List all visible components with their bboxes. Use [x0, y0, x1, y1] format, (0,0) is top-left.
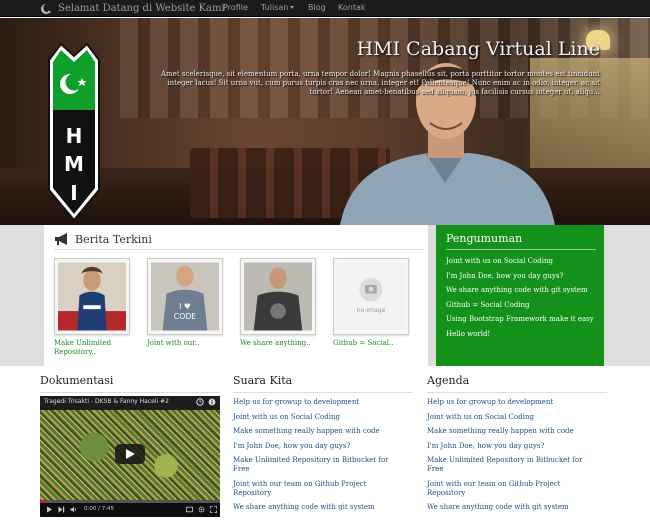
hmi-letter-i: I — [70, 181, 77, 205]
video-controls — [40, 503, 220, 517]
list-item[interactable]: Joint with our team on Github Project Re… — [427, 480, 587, 498]
agenda-list: Help us for growup to development Joint … — [427, 398, 587, 518]
video-title[interactable]: Tragedi Trisakti - DKSB & Fanny Haceli #… — [44, 398, 169, 405]
hmi-letter-m: M — [64, 152, 84, 176]
nav-tulisan-dropdown[interactable]: Tulisan — [261, 3, 295, 12]
brand-text: Selamat Datang di Website Kami — [58, 3, 225, 14]
list-item[interactable]: Make something really happen with code — [233, 427, 393, 436]
play-icon[interactable] — [46, 506, 53, 513]
video-time: 0:00 / 7:45 — [84, 506, 115, 512]
agenda-title: Agenda — [427, 374, 470, 387]
list-item[interactable]: We share anything code with git system — [427, 503, 587, 512]
megaphone-icon — [55, 233, 67, 245]
list-item[interactable]: Make something really happen with code — [427, 427, 587, 436]
caret-down-icon — [290, 6, 295, 9]
news-caption-1[interactable]: Make Unlimited Repository.. — [54, 339, 134, 357]
news-thumbnail-1[interactable] — [54, 258, 130, 335]
no-image-placeholder — [337, 262, 405, 331]
news-thumbnail-2[interactable]: I ♥ CODE — [147, 258, 223, 335]
nav-blog[interactable]: Blog — [308, 3, 326, 12]
news-caption-3[interactable]: We share anything.. — [240, 339, 320, 348]
fullscreen-icon[interactable] — [210, 506, 217, 513]
hero-description: Amet scelerisque, sit elementum porta, u… — [160, 70, 600, 96]
pengumuman-item[interactable]: Using Bootstrap Framework make it easy — [446, 313, 594, 328]
svg-text:I ♥: I ♥ — [179, 302, 191, 311]
volume-icon[interactable] — [70, 506, 77, 513]
pengumuman-title: Pengumuman — [446, 232, 523, 245]
brand-link[interactable]: Selamat Datang di Website Kami — [40, 1, 225, 16]
news-photo-1 — [58, 262, 126, 331]
divider — [427, 392, 607, 393]
news-caption-2[interactable]: Joint with our.. — [147, 339, 227, 348]
hero-title: HMI Cabang Virtual Line — [356, 38, 600, 60]
top-navbar: Selamat Datang di Website Kami Profile T… — [0, 0, 650, 17]
pengumuman-item[interactable]: Joint with us on Social Coding — [446, 255, 594, 270]
subtitles-icon[interactable] — [186, 506, 193, 513]
pengumuman-list: Joint with us on Social Coding I'm John … — [446, 255, 594, 342]
svg-text:CODE: CODE — [174, 312, 197, 321]
hero-banner: HMI Cabang Virtual Line Amet scelerisque… — [0, 18, 650, 225]
pengumuman-item[interactable]: We share anything code with git system — [446, 284, 594, 299]
list-item[interactable]: Help us for growup to development — [233, 398, 393, 407]
pengumuman-panel: Pengumuman Joint with us on Social Codin… — [436, 225, 604, 366]
nav-profile[interactable]: Profile — [223, 3, 248, 12]
no-image-label: no-image — [356, 307, 386, 314]
nav-kontak[interactable]: Kontak — [338, 3, 365, 12]
info-icon[interactable] — [208, 398, 216, 406]
video-player[interactable]: Tragedi Trisakti - DKSB & Fanny Haceli #… — [40, 396, 220, 517]
nav-tulisan-label: Tulisan — [261, 3, 289, 12]
news-thumbnail-3[interactable] — [240, 258, 316, 335]
divider — [54, 249, 424, 250]
list-item[interactable]: I'm John Doe, how you day guys? — [427, 442, 587, 451]
list-item[interactable]: Help us for growup to development — [427, 398, 587, 407]
next-icon[interactable] — [58, 506, 65, 513]
pengumuman-item[interactable]: I'm John Doe, how you day guys? — [446, 270, 594, 285]
divider — [40, 392, 220, 393]
dokumentasi-title: Dokumentasi — [40, 374, 114, 387]
list-item[interactable]: Joint with us on Social Coding — [233, 413, 393, 422]
news-caption-4[interactable]: Github = Social.. — [333, 339, 413, 348]
list-item[interactable]: Joint with our team on Github Project Re… — [233, 480, 393, 498]
hmi-letter-h: H — [66, 124, 83, 148]
suara-kita-list: Help us for growup to development Joint … — [233, 398, 393, 518]
list-item[interactable]: Make Unlimited Repository in Bitbucket f… — [233, 456, 393, 474]
play-button[interactable] — [115, 444, 145, 464]
list-item[interactable]: We share anything code with git system — [233, 503, 393, 512]
clock-icon[interactable] — [196, 398, 204, 406]
pengumuman-item[interactable]: Github = Social Coding — [446, 299, 594, 314]
news-photo-3 — [244, 262, 312, 331]
list-item[interactable]: I'm John Doe, how you day guys? — [233, 442, 393, 451]
berita-title: Berita Terkini — [75, 232, 152, 246]
news-thumbnail-4[interactable]: no-image — [333, 258, 409, 335]
crescent-logo-icon — [41, 3, 52, 14]
settings-gear-icon[interactable] — [198, 506, 205, 513]
list-item[interactable]: Joint with us on Social Coding — [427, 413, 587, 422]
suara-kita-title: Suara Kita — [233, 374, 293, 387]
divider — [446, 249, 596, 250]
hmi-shield-logo: H M I — [48, 42, 100, 222]
berita-terkini-panel: Berita Terkini I ♥ CODE no-image Make Un… — [44, 225, 428, 366]
divider — [233, 392, 413, 393]
list-item[interactable]: Make Unlimited Repository in Bitbucket f… — [427, 456, 587, 474]
news-photo-2: I ♥ CODE — [151, 262, 219, 331]
pengumuman-item[interactable]: Hello world! — [446, 328, 594, 343]
